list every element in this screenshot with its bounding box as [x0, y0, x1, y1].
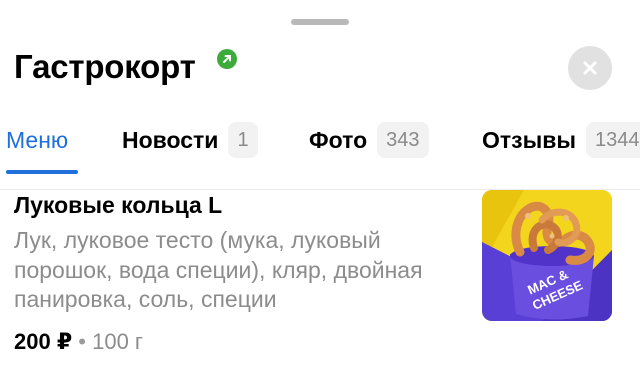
menu-item-title[interactable]: Луковые кольца L: [14, 192, 222, 219]
tab-reviews[interactable]: Отзывы 1344: [482, 120, 640, 160]
menu-item-price-row: 200 ₽ • 100 г: [14, 329, 143, 355]
place-card-sheet: Гастрокорт Меню Новости 1 Фото 343 Отзыв…: [0, 0, 640, 385]
onion-rings-image: MAC & CHEESE: [482, 190, 612, 321]
tab-photos-count: 343: [377, 122, 429, 158]
tab-news-count: 1: [228, 122, 258, 158]
tab-photos[interactable]: Фото 343: [309, 120, 429, 160]
active-tab-indicator: [6, 170, 78, 174]
price-separator: •: [78, 329, 86, 354]
tab-menu-label: Меню: [6, 126, 69, 153]
tab-photos-label: Фото: [309, 126, 368, 153]
tab-news[interactable]: Новости 1: [122, 120, 258, 160]
place-title: Гастрокорт: [14, 48, 196, 85]
tab-menu[interactable]: Меню: [6, 120, 68, 160]
menu-item-photo[interactable]: MAC & CHEESE: [482, 190, 612, 321]
verified-check-icon: [217, 49, 237, 69]
close-button[interactable]: [568, 46, 612, 90]
tab-reviews-label: Отзывы: [482, 126, 577, 153]
tab-bar: Меню Новости 1 Фото 343 Отзывы 1344: [0, 120, 640, 180]
menu-item-price: 200 ₽: [14, 329, 73, 354]
tab-reviews-count: 1344: [586, 122, 640, 158]
tab-news-label: Новости: [122, 126, 219, 153]
menu-item-description: Лук, луковое тесто (мука, луковый порошо…: [14, 227, 423, 312]
drag-handle[interactable]: [291, 19, 349, 25]
menu-item-weight: 100 г: [92, 329, 143, 354]
close-icon: [583, 61, 597, 75]
